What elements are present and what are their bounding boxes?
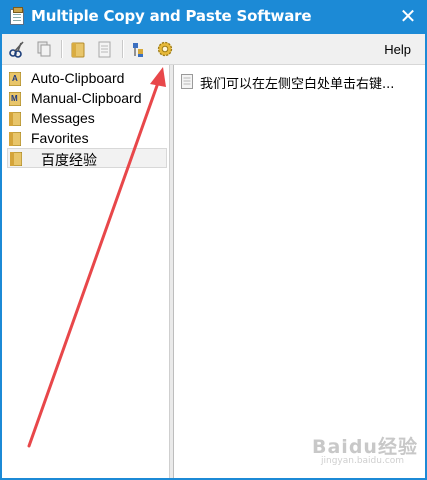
tree-item-label: Messages <box>31 110 95 126</box>
auto-clipboard-folder-icon: A <box>9 72 21 86</box>
folder-icon <box>9 112 21 126</box>
svg-text:M: M <box>11 94 18 103</box>
watermark-logo: Baidu经验 <box>312 436 418 458</box>
title-bar[interactable]: Multiple Copy and Paste Software ✕ <box>0 0 427 34</box>
tree-icon[interactable] <box>128 39 148 59</box>
tree-item-label: 百度经验 <box>41 152 97 168</box>
tree-item-manual-clipboard[interactable]: M Manual-Clipboard <box>7 89 167 109</box>
note-text: 我们可以在左侧空白处单击右键... <box>200 77 395 92</box>
new-note-icon[interactable] <box>94 39 114 59</box>
clipboard-app-icon <box>10 7 24 25</box>
help-menu[interactable]: Help <box>384 42 411 57</box>
copy-icon[interactable] <box>34 39 54 59</box>
toolbar-separator <box>61 40 62 58</box>
note-item[interactable]: 我们可以在左侧空白处单击右键... <box>180 73 420 92</box>
svg-text:A: A <box>12 74 18 83</box>
settings-gear-icon[interactable] <box>155 39 175 59</box>
cut-icon[interactable] <box>8 39 28 59</box>
tree-item-label: Auto-Clipboard <box>31 70 125 86</box>
tree-item-label: Favorites <box>31 130 89 146</box>
watermark-url: jingyan.baidu.com <box>321 456 405 466</box>
tree-item-auto-clipboard[interactable]: A Auto-Clipboard <box>7 69 167 89</box>
manual-clipboard-folder-icon: M <box>9 92 21 106</box>
app-window: Multiple Copy and Paste Software ✕ Help … <box>0 0 427 480</box>
tree-item-favorites[interactable]: Favorites <box>7 129 167 149</box>
notes-pane: 我们可以在左侧空白处单击右键... <box>174 65 425 478</box>
tree-item-label: Manual-Clipboard <box>31 90 142 106</box>
new-folder-icon[interactable] <box>68 39 88 59</box>
folder-tree-pane: A Auto-Clipboard M Manual-Clipboard Mess… <box>2 65 170 478</box>
tree-item-baidu-jingyan[interactable]: 百度经验 <box>7 148 167 168</box>
note-document-icon <box>181 74 193 89</box>
folder-icon <box>9 132 21 146</box>
toolbar: Help <box>2 34 425 65</box>
tree-item-messages[interactable]: Messages <box>7 109 167 129</box>
close-button[interactable]: ✕ <box>397 5 419 27</box>
toolbar-separator <box>122 40 123 58</box>
window-title: Multiple Copy and Paste Software <box>31 7 312 25</box>
folder-icon <box>10 152 22 166</box>
